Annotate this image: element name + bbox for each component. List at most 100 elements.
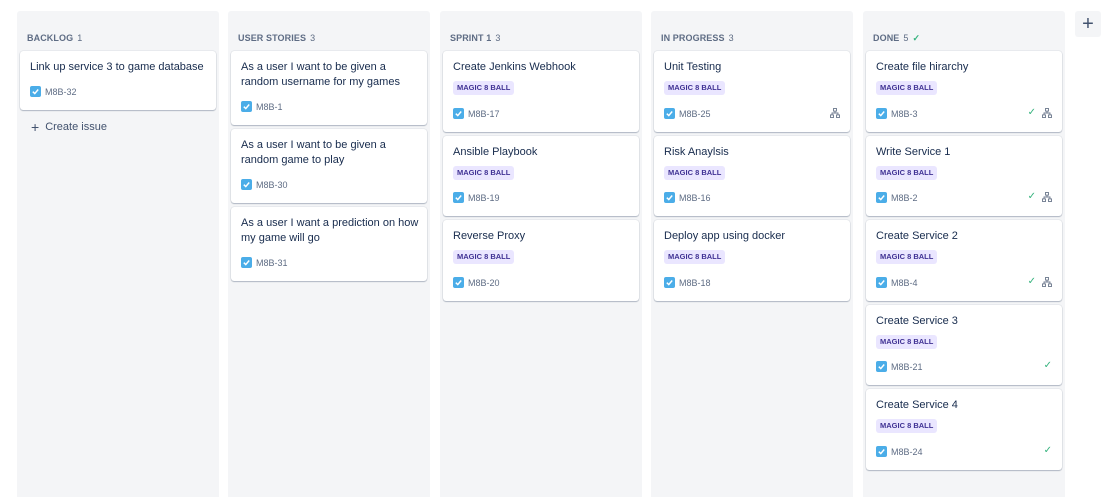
epic-label[interactable]: MAGIC 8 BALL	[876, 335, 938, 349]
story-checkbox-icon	[664, 108, 675, 119]
check-icon: ✓	[1043, 360, 1052, 371]
subtask-icon[interactable]	[1042, 108, 1052, 118]
column-header[interactable]: SPRINT 13	[450, 33, 500, 43]
epic-label[interactable]: MAGIC 8 BALL	[453, 81, 515, 95]
card-key[interactable]: M8B-3	[876, 108, 918, 119]
issue-card[interactable]: As a user I want to be given a random ga…	[231, 129, 427, 203]
check-icon: ✓	[1043, 445, 1052, 456]
card-key[interactable]: M8B-1	[241, 101, 283, 112]
column-count: 3	[728, 33, 734, 43]
story-checkbox-icon	[664, 277, 675, 288]
create-issue-label: Create issue	[45, 121, 107, 133]
epic-label[interactable]: MAGIC 8 BALL	[876, 419, 938, 433]
card-key[interactable]: M8B-30	[241, 179, 288, 190]
create-issue-button[interactable]: + Create issue	[31, 120, 107, 134]
card-key[interactable]: M8B-16	[664, 192, 711, 203]
issue-card[interactable]: Link up service 3 to game database M8B-3…	[20, 51, 216, 110]
story-checkbox-icon	[453, 192, 464, 203]
check-icon: ✓	[1027, 191, 1036, 202]
card-title: Write Service 1	[876, 146, 951, 158]
issue-card[interactable]: Deploy app using docker MAGIC 8 BALL M8B…	[654, 220, 850, 301]
epic-label[interactable]: MAGIC 8 BALL	[876, 81, 938, 95]
card-key[interactable]: M8B-32	[30, 86, 77, 97]
card-title: Unit Testing	[664, 61, 722, 73]
issue-card[interactable]: Create Service 4 MAGIC 8 BALL M8B-24 ✓	[866, 389, 1062, 470]
card-icons	[830, 108, 840, 118]
column-backlog: BACKLOG 1 Link up service 3 to game datab…	[17, 11, 219, 497]
story-checkbox-icon	[876, 192, 887, 203]
card-key[interactable]: M8B-31	[241, 257, 288, 268]
issue-card[interactable]: Create Jenkins Webhook MAGIC 8 BALL M8B-…	[443, 51, 639, 132]
check-icon: ✓	[912, 33, 921, 43]
issue-key: M8B-30	[256, 179, 288, 190]
check-icon: ✓	[1027, 107, 1036, 118]
issue-key: M8B-16	[679, 192, 711, 203]
epic-label[interactable]: MAGIC 8 BALL	[876, 166, 938, 180]
epic-label[interactable]: MAGIC 8 BALL	[453, 250, 515, 264]
issue-card[interactable]: As a user I want a prediction on how my …	[231, 207, 427, 281]
kanban-board: BACKLOG 1 Link up service 3 to game datab…	[0, 0, 1117, 497]
issue-card[interactable]: Unit Testing MAGIC 8 BALL M8B-25	[654, 51, 850, 132]
card-title: Create file hirarchy	[876, 61, 969, 73]
column-title: BACKLOG	[27, 33, 74, 43]
column-in-progress: IN PROGRESS 3 Unit Testing MAGIC 8 BALL M…	[651, 11, 853, 497]
subtask-icon[interactable]	[1042, 277, 1052, 287]
story-checkbox-icon	[453, 108, 464, 119]
card-key[interactable]: M8B-25	[664, 108, 711, 119]
card-title: Ansible Playbook	[453, 146, 538, 158]
issue-key: M8B-19	[468, 192, 500, 203]
issue-card[interactable]: Create file hirarchy MAGIC 8 BALL M8B-3 …	[866, 51, 1062, 132]
epic-label[interactable]: MAGIC 8 BALL	[664, 250, 726, 264]
column-count: 3	[310, 33, 316, 43]
epic-label[interactable]: MAGIC 8 BALL	[876, 250, 938, 264]
add-column-button[interactable]: +	[1075, 11, 1101, 37]
column-count: 5	[903, 33, 909, 43]
issue-key: M8B-18	[679, 277, 711, 288]
epic-label[interactable]: MAGIC 8 BALL	[453, 166, 515, 180]
issue-card[interactable]: Ansible Playbook MAGIC 8 BALL M8B-19	[443, 136, 639, 216]
card-key[interactable]: M8B-20	[453, 277, 500, 288]
issue-card[interactable]: Reverse Proxy MAGIC 8 BALL M8B-20	[443, 220, 639, 301]
column-title: SPRINT 1	[450, 33, 492, 43]
story-checkbox-icon	[876, 108, 887, 119]
subtask-icon[interactable]	[1042, 192, 1052, 202]
column-count: 1	[77, 33, 83, 43]
column-title: DONE	[873, 33, 900, 43]
card-title: Create Service 4	[876, 399, 958, 411]
issue-key: M8B-24	[891, 446, 923, 457]
card-key[interactable]: M8B-17	[453, 108, 500, 119]
epic-label[interactable]: MAGIC 8 BALL	[664, 166, 726, 180]
card-title: Create Service 3	[876, 315, 958, 327]
issue-card[interactable]: Write Service 1 MAGIC 8 BALL M8B-2 ✓	[866, 136, 1062, 216]
story-checkbox-icon	[30, 86, 41, 97]
column-sprint-1: SPRINT 13 Create Jenkins Webhook MAGIC 8…	[440, 11, 642, 497]
story-checkbox-icon	[876, 277, 887, 288]
card-icons: ✓	[1028, 277, 1052, 287]
card-title: Create Jenkins Webhook	[453, 61, 576, 73]
story-checkbox-icon	[876, 361, 887, 372]
column-header[interactable]: USER STORIES 3	[238, 33, 315, 43]
issue-card[interactable]: Create Service 3 MAGIC 8 BALL M8B-21 ✓	[866, 305, 1062, 385]
card-key[interactable]: M8B-24	[876, 446, 923, 457]
card-icons: ✓	[1028, 108, 1052, 118]
column-user-stories: USER STORIES 3 As a user I want to be giv…	[228, 11, 430, 497]
card-key[interactable]: M8B-2	[876, 192, 918, 203]
issue-key: M8B-31	[256, 257, 288, 268]
card-title: Risk Anaylsis	[664, 146, 729, 158]
plus-icon: +	[1082, 13, 1094, 35]
card-key[interactable]: M8B-19	[453, 192, 500, 203]
card-key[interactable]: M8B-18	[664, 277, 711, 288]
subtask-icon[interactable]	[830, 108, 840, 118]
card-key[interactable]: M8B-4	[876, 277, 918, 288]
issue-card[interactable]: Risk Anaylsis MAGIC 8 BALL M8B-16	[654, 136, 850, 216]
issue-key: M8B-2	[891, 192, 918, 203]
column-count: 3	[495, 33, 501, 43]
column-header[interactable]: IN PROGRESS 3	[661, 33, 734, 43]
epic-label[interactable]: MAGIC 8 BALL	[664, 81, 726, 95]
issue-card[interactable]: As a user I want to be given a random us…	[231, 51, 427, 125]
card-title: Reverse Proxy	[453, 230, 526, 242]
column-header[interactable]: BACKLOG 1	[27, 33, 82, 43]
column-header[interactable]: DONE 5 ✓	[873, 33, 920, 44]
card-key[interactable]: M8B-21	[876, 361, 923, 372]
issue-card[interactable]: Create Service 2 MAGIC 8 BALL M8B-4 ✓	[866, 220, 1062, 301]
